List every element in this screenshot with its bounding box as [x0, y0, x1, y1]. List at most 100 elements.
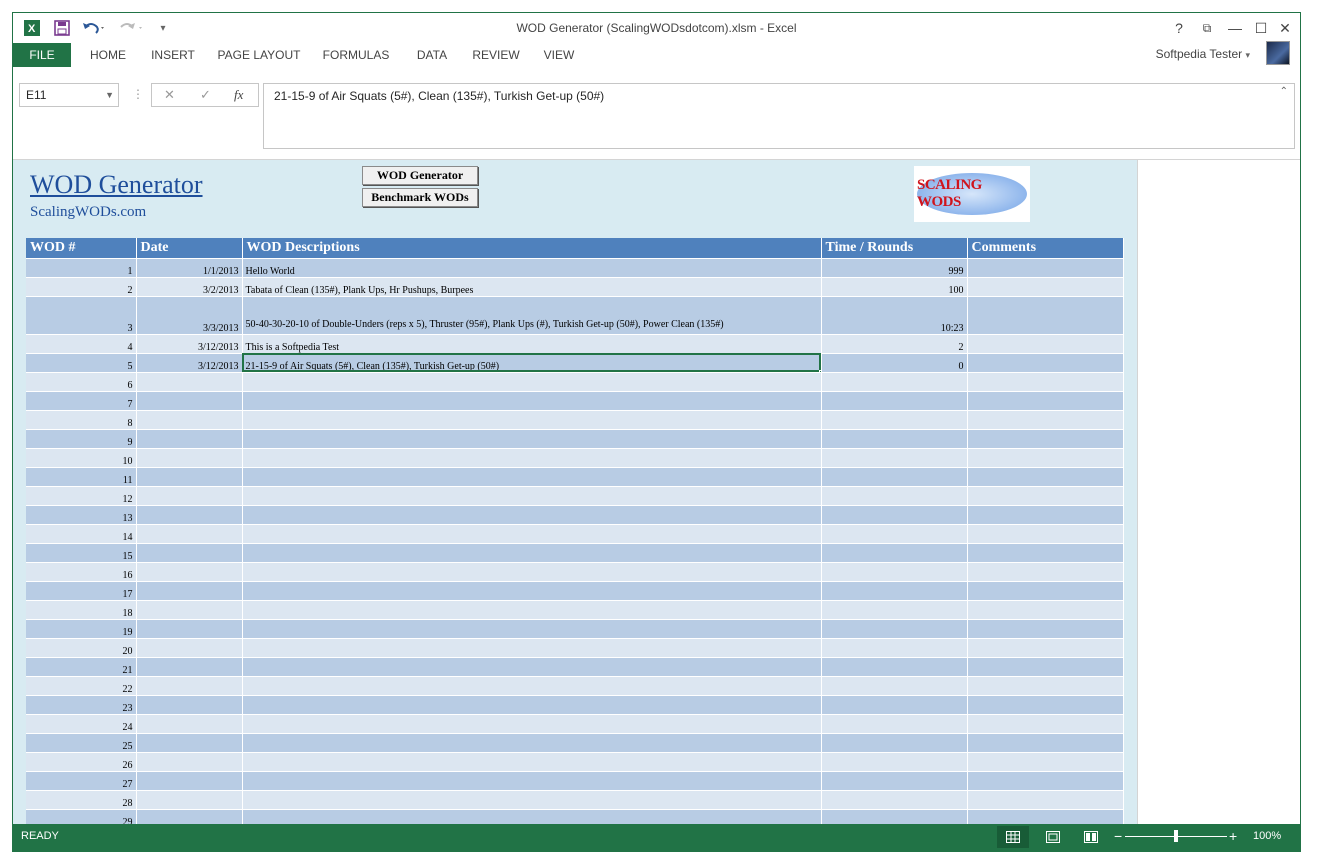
description-cell[interactable]: [242, 599, 822, 619]
wod-number-cell[interactable]: 10: [26, 447, 137, 467]
wod-number-cell[interactable]: 6: [26, 371, 137, 391]
date-cell[interactable]: [136, 466, 243, 486]
tab-view[interactable]: VIEW: [537, 43, 581, 67]
time-rounds-cell[interactable]: [821, 390, 968, 410]
description-cell[interactable]: [242, 675, 822, 695]
comments-cell[interactable]: [967, 504, 1124, 524]
page-break-view-icon[interactable]: [1075, 826, 1107, 848]
worksheet-right-area[interactable]: [1137, 159, 1300, 824]
ribbon-display-options-icon[interactable]: ⧉: [1194, 16, 1220, 40]
comments-cell[interactable]: [967, 770, 1124, 790]
description-cell[interactable]: 21-15-9 of Air Squats (5#), Clean (135#)…: [242, 352, 822, 372]
date-cell[interactable]: [136, 618, 243, 638]
description-cell[interactable]: [242, 713, 822, 733]
wod-number-cell[interactable]: 14: [26, 523, 137, 543]
insert-function-icon[interactable]: fx: [234, 87, 243, 103]
header-time-rounds[interactable]: Time / Rounds: [821, 238, 968, 258]
date-cell[interactable]: 3/12/2013: [136, 352, 243, 372]
time-rounds-cell[interactable]: [821, 599, 968, 619]
comments-cell[interactable]: [967, 257, 1124, 277]
worksheet[interactable]: WOD Generator ScalingWODs.com WOD Genera…: [13, 159, 1137, 824]
comments-cell[interactable]: [967, 352, 1124, 372]
header-wod-num[interactable]: WOD #: [26, 238, 137, 258]
description-cell[interactable]: Tabata of Clean (135#), Plank Ups, Hr Pu…: [242, 276, 822, 296]
time-rounds-cell[interactable]: [821, 808, 968, 824]
wod-generator-button[interactable]: WOD Generator: [362, 166, 478, 185]
close-button[interactable]: ✕: [1272, 16, 1298, 40]
date-cell[interactable]: [136, 789, 243, 809]
comments-cell[interactable]: [967, 390, 1124, 410]
comments-cell[interactable]: [967, 447, 1124, 467]
comments-cell[interactable]: [967, 523, 1124, 543]
date-cell[interactable]: 1/1/2013: [136, 257, 243, 277]
time-rounds-cell[interactable]: 0: [821, 352, 968, 372]
tab-review[interactable]: REVIEW: [469, 43, 523, 67]
date-cell[interactable]: [136, 732, 243, 752]
date-cell[interactable]: [136, 694, 243, 714]
wod-number-cell[interactable]: 5: [26, 352, 137, 372]
page-layout-view-icon[interactable]: [1037, 826, 1069, 848]
date-cell[interactable]: [136, 561, 243, 581]
date-cell[interactable]: 3/2/2013: [136, 276, 243, 296]
wod-number-cell[interactable]: 8: [26, 409, 137, 429]
description-cell[interactable]: [242, 561, 822, 581]
wod-number-cell[interactable]: 11: [26, 466, 137, 486]
drag-handle-icon[interactable]: ⋮: [132, 87, 144, 101]
date-cell[interactable]: [136, 675, 243, 695]
comments-cell[interactable]: [967, 675, 1124, 695]
description-cell[interactable]: [242, 390, 822, 410]
wod-number-cell[interactable]: 7: [26, 390, 137, 410]
time-rounds-cell[interactable]: [821, 713, 968, 733]
time-rounds-cell[interactable]: [821, 561, 968, 581]
date-cell[interactable]: 3/3/2013: [136, 295, 243, 334]
time-rounds-cell[interactable]: 2: [821, 333, 968, 353]
date-cell[interactable]: [136, 542, 243, 562]
comments-cell[interactable]: [967, 485, 1124, 505]
date-cell[interactable]: [136, 808, 243, 824]
comments-cell[interactable]: [967, 656, 1124, 676]
description-cell[interactable]: 50-40-30-20-10 of Double-Unders (reps x …: [242, 295, 822, 334]
wod-number-cell[interactable]: 20: [26, 637, 137, 657]
comments-cell[interactable]: [967, 808, 1124, 824]
description-cell[interactable]: [242, 618, 822, 638]
comments-cell[interactable]: [967, 637, 1124, 657]
date-cell[interactable]: [136, 751, 243, 771]
tab-data[interactable]: DATA: [407, 43, 457, 67]
zoom-level[interactable]: 100%: [1253, 830, 1281, 842]
wod-number-cell[interactable]: 4: [26, 333, 137, 353]
wod-number-cell[interactable]: 25: [26, 732, 137, 752]
date-cell[interactable]: [136, 713, 243, 733]
help-button[interactable]: ?: [1166, 16, 1192, 40]
wod-number-cell[interactable]: 19: [26, 618, 137, 638]
user-account[interactable]: Softpedia Tester ▾: [1156, 47, 1250, 61]
wod-number-cell[interactable]: 22: [26, 675, 137, 695]
time-rounds-cell[interactable]: 100: [821, 276, 968, 296]
time-rounds-cell[interactable]: [821, 751, 968, 771]
wod-number-cell[interactable]: 17: [26, 580, 137, 600]
description-cell[interactable]: [242, 447, 822, 467]
description-cell[interactable]: [242, 409, 822, 429]
description-cell[interactable]: [242, 485, 822, 505]
tab-home[interactable]: HOME: [83, 43, 133, 67]
date-cell[interactable]: 3/12/2013: [136, 333, 243, 353]
date-cell[interactable]: [136, 770, 243, 790]
time-rounds-cell[interactable]: [821, 656, 968, 676]
time-rounds-cell[interactable]: [821, 485, 968, 505]
date-cell[interactable]: [136, 523, 243, 543]
comments-cell[interactable]: [967, 751, 1124, 771]
wod-number-cell[interactable]: 2: [26, 276, 137, 296]
wod-number-cell[interactable]: 24: [26, 713, 137, 733]
time-rounds-cell[interactable]: 999: [821, 257, 968, 277]
comments-cell[interactable]: [967, 618, 1124, 638]
date-cell[interactable]: [136, 656, 243, 676]
zoom-slider-thumb[interactable]: [1174, 830, 1178, 842]
minimize-button[interactable]: —: [1222, 16, 1248, 40]
time-rounds-cell[interactable]: [821, 542, 968, 562]
avatar[interactable]: [1266, 41, 1290, 65]
description-cell[interactable]: [242, 789, 822, 809]
time-rounds-cell[interactable]: [821, 675, 968, 695]
zoom-out-button[interactable]: −: [1114, 828, 1122, 844]
description-cell[interactable]: [242, 808, 822, 824]
date-cell[interactable]: [136, 599, 243, 619]
comments-cell[interactable]: [967, 371, 1124, 391]
